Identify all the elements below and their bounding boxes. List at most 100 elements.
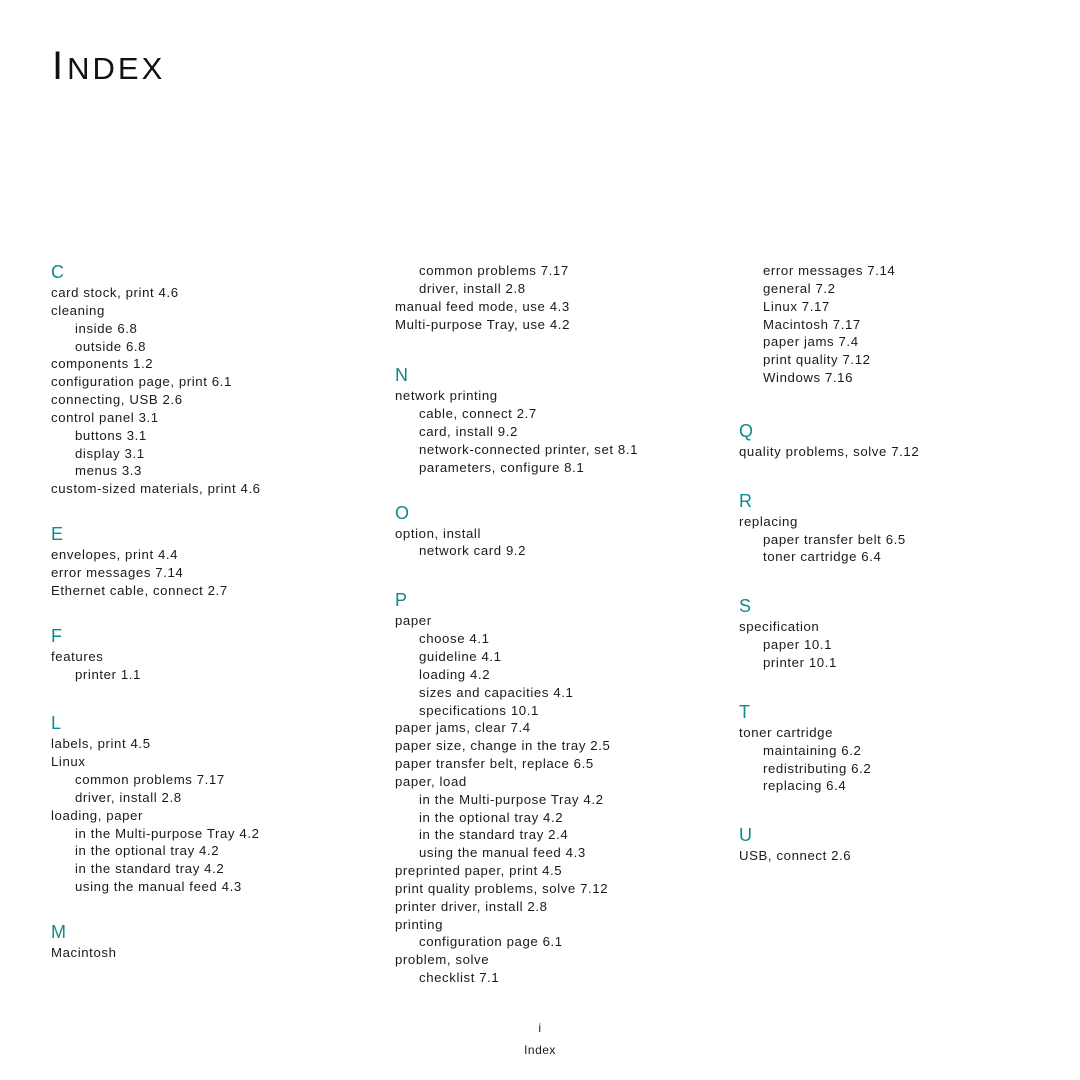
index-subentry: Windows 7.16 bbox=[763, 370, 854, 386]
index-subentry: specifications 10.1 bbox=[419, 702, 539, 718]
index-letter-heading: M bbox=[51, 921, 66, 942]
index-letter-heading: N bbox=[395, 365, 408, 386]
index-subentry: in the standard tray 2.4 bbox=[419, 827, 569, 843]
index-letter-heading: L bbox=[51, 713, 62, 734]
index-entry: card stock, print 4.6 bbox=[51, 285, 179, 300]
index-entry: paper, load bbox=[395, 773, 467, 789]
index-subentry: printer 10.1 bbox=[763, 654, 837, 670]
index-subentry: in the Multi-purpose Tray 4.2 bbox=[419, 791, 604, 807]
index-entry: printing bbox=[395, 916, 444, 932]
index-entry: Linux bbox=[51, 754, 86, 770]
index-entry: cleaning bbox=[51, 302, 105, 318]
index-section-q: Qquality problems, solve 7.12 bbox=[739, 421, 1059, 461]
index-subentry: in the Multi-purpose Tray 4.2 bbox=[75, 825, 260, 841]
index-subentry: paper jams 7.4 bbox=[763, 334, 859, 350]
index-subentry: parameters, configure 8.1 bbox=[419, 459, 585, 475]
index-section-l: Llabels, print 4.5 Linux common problems 7… bbox=[51, 713, 371, 896]
index-column-2: common problems 7.17 driver, install 2.8 m… bbox=[395, 262, 715, 987]
index-section-continued: common problems 7.17 driver, install 2.8 m… bbox=[395, 262, 715, 333]
index-subentry: error messages 7.14 bbox=[763, 263, 896, 278]
index-subentry: Linux 7.17 bbox=[763, 298, 830, 314]
index-entry: Ethernet cable, connect 2.7 bbox=[51, 582, 228, 598]
index-entry: paper bbox=[395, 613, 432, 629]
index-entry: printer driver, install 2.8 bbox=[395, 898, 548, 914]
index-column-1: Ccard stock, print 4.6 cleaning inside 6.8… bbox=[51, 262, 371, 962]
index-section-u: U USB, connect 2.6 bbox=[739, 825, 1059, 865]
index-subentry: paper transfer belt 6.5 bbox=[763, 531, 906, 547]
index-subentry: loading 4.2 bbox=[419, 666, 491, 682]
index-entry: network printing bbox=[395, 388, 498, 404]
index-subentry: buttons 3.1 bbox=[75, 427, 147, 443]
index-subentry: configuration page 6.1 bbox=[419, 934, 563, 950]
index-section-c: Ccard stock, print 4.6 cleaning inside 6.8… bbox=[51, 262, 371, 498]
index-subentry: common problems 7.17 bbox=[419, 263, 569, 278]
index-entry: paper jams, clear 7.4 bbox=[395, 720, 531, 736]
index-subentry: outside 6.8 bbox=[75, 338, 147, 354]
page-number: i bbox=[538, 1021, 542, 1035]
index-subentry: inside 6.8 bbox=[75, 320, 138, 336]
index-subentry: general 7.2 bbox=[763, 280, 836, 296]
index-letter-heading: P bbox=[395, 590, 408, 611]
index-subentry: cable, connect 2.7 bbox=[419, 406, 537, 422]
index-subentry: guideline 4.1 bbox=[419, 648, 502, 664]
index-entry: option, install bbox=[395, 525, 481, 541]
index-subentry: driver, install 2.8 bbox=[419, 280, 526, 296]
index-letter-heading: U bbox=[739, 825, 752, 846]
index-entry: print quality problems, solve 7.12 bbox=[395, 880, 609, 896]
index-subentry: display 3.1 bbox=[75, 445, 145, 461]
index-letter-heading: R bbox=[739, 490, 752, 511]
index-entry: manual feed mode, use 4.3 bbox=[395, 298, 570, 314]
index-section-t: Ttoner cartridge maintaining 6.2 redistrib… bbox=[739, 702, 1059, 795]
index-subentry: in the optional tray 4.2 bbox=[75, 843, 220, 859]
index-subentry: network card 9.2 bbox=[419, 543, 527, 559]
index-entry: USB, connect 2.6 bbox=[739, 848, 852, 864]
index-subentry: redistributing 6.2 bbox=[763, 760, 872, 776]
index-entry: loading, paper bbox=[51, 807, 143, 823]
page-title: INDEX bbox=[52, 46, 165, 86]
index-subentry: choose 4.1 bbox=[419, 631, 490, 647]
index-entry: custom-sized materials, print 4.6 bbox=[51, 481, 261, 497]
index-subentry: card, install 9.2 bbox=[419, 424, 518, 440]
index-section-n: Nnetwork printing cable, connect 2.7 card,… bbox=[395, 365, 715, 476]
index-subentry: checklist 7.1 bbox=[419, 970, 500, 986]
index-subentry: replacing 6.4 bbox=[763, 778, 847, 794]
index-letter-heading: C bbox=[51, 262, 64, 282]
index-entry: replacing bbox=[739, 513, 798, 529]
index-entry: labels, print 4.5 bbox=[51, 736, 151, 752]
index-entry: envelopes, print 4.4 bbox=[51, 547, 179, 563]
index-subentry: print quality 7.12 bbox=[763, 352, 871, 368]
index-entry: toner cartridge bbox=[739, 724, 834, 740]
index-section-f: Ffeatures printer 1.1 bbox=[51, 626, 371, 684]
index-entry: connecting, USB 2.6 bbox=[51, 392, 183, 408]
index-subentry: printer 1.1 bbox=[75, 666, 141, 682]
index-letter-heading: T bbox=[739, 701, 750, 722]
index-entry: preprinted paper, print 4.5 bbox=[395, 863, 563, 879]
index-section-e: Eenvelopes, print 4.4 error messages 7.14… bbox=[51, 524, 371, 600]
index-subentry: network-connected printer, set 8.1 bbox=[419, 441, 639, 457]
index-subentry: maintaining 6.2 bbox=[763, 742, 862, 758]
index-entry: features bbox=[51, 648, 104, 664]
index-subentry: toner cartridge 6.4 bbox=[763, 549, 882, 565]
index-subentry: using the manual feed 4.3 bbox=[75, 879, 242, 895]
index-section-continued: error messages 7.14 general 7.2 Linux 7.17… bbox=[739, 262, 1059, 387]
index-section-m: M Macintosh bbox=[51, 922, 371, 962]
index-entry: configuration page, print 6.1 bbox=[51, 374, 232, 390]
index-letter-heading: F bbox=[51, 625, 62, 646]
index-subentry: driver, install 2.8 bbox=[75, 789, 182, 805]
index-subentry: Macintosh 7.17 bbox=[763, 316, 861, 332]
page-title-rest: NDEX bbox=[67, 51, 166, 86]
index-subentry: in the optional tray 4.2 bbox=[419, 809, 564, 825]
index-subentry: paper 10.1 bbox=[763, 637, 833, 653]
index-entry: specification bbox=[739, 619, 820, 635]
index-section-r: Rreplacing paper transfer belt 6.5 toner c… bbox=[739, 491, 1059, 567]
index-section-o: Ooption, install network card 9.2 bbox=[395, 503, 715, 561]
index-entry: components 1.2 bbox=[51, 356, 154, 372]
index-subentry: menus 3.3 bbox=[75, 463, 142, 479]
index-letter-heading: E bbox=[51, 524, 64, 545]
index-subentry: using the manual feed 4.3 bbox=[419, 845, 586, 861]
index-entry: paper transfer belt, replace 6.5 bbox=[395, 756, 594, 772]
page-title-initial: I bbox=[52, 44, 68, 88]
index-subentry: in the standard tray 4.2 bbox=[75, 861, 225, 877]
index-section-s: Sspecification paper 10.1 printer 10.1 bbox=[739, 596, 1059, 672]
index-entry: Multi-purpose Tray, use 4.2 bbox=[395, 316, 571, 332]
